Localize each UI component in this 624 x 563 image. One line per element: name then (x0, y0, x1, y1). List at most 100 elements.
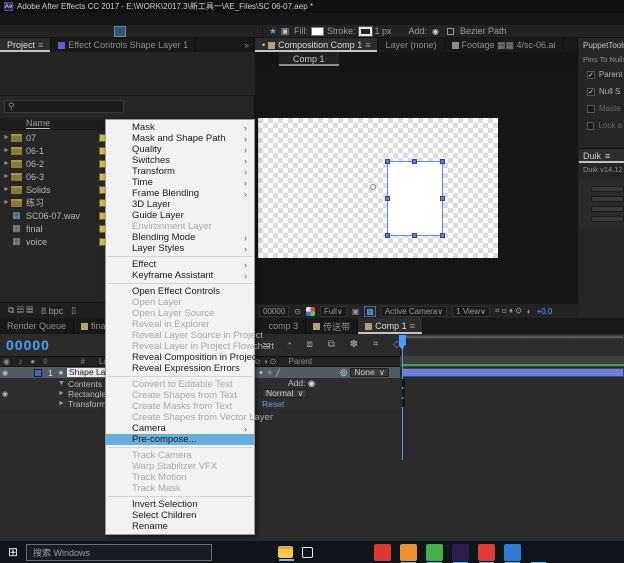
context-menu-item[interactable]: Effect › (106, 259, 254, 270)
context-menu-item[interactable]: Transform › (106, 166, 254, 177)
transform-reset-link[interactable]: Reset (262, 399, 284, 409)
eye-icon[interactable]: ◉ (0, 369, 10, 377)
current-frame-display[interactable]: 00000 (6, 337, 50, 353)
tab-project[interactable]: Project ≡ (0, 38, 52, 52)
context-menu-item[interactable]: Mask and Shape Path › (106, 133, 254, 144)
context-menu-item[interactable]: Create Shapes from Text › (106, 390, 254, 401)
exposure-icon[interactable]: ◐ (527, 307, 532, 316)
trash-icon[interactable]: ▯ (71, 305, 76, 316)
panel-menu-icon[interactable]: ≡ (365, 40, 370, 50)
duik-button[interactable] (591, 206, 624, 212)
eye-icon[interactable]: ◉ (0, 390, 10, 398)
twirl-icon[interactable]: ► (3, 173, 11, 180)
zoom-tool[interactable] (42, 26, 54, 37)
stroke-width-value[interactable]: 1 px (375, 26, 392, 36)
selection-tool[interactable] (6, 26, 18, 37)
notepad-icon[interactable] (530, 544, 547, 563)
duik-button[interactable] (591, 196, 624, 202)
playhead[interactable] (399, 335, 406, 350)
camera-tool[interactable] (78, 26, 90, 37)
stroke-swatch[interactable] (357, 25, 373, 37)
puppet-option-row[interactable]: Maste (579, 100, 624, 117)
context-menu-item[interactable]: Open Effect Controls › (106, 286, 254, 297)
tab-render-queue[interactable]: Render Queue ≡ (0, 318, 75, 334)
context-menu-item[interactable]: Environment Layer › (106, 221, 254, 232)
twirl-icon[interactable]: ► (3, 160, 11, 167)
start-button[interactable]: ⊞ (0, 541, 26, 563)
context-menu-item[interactable]: Mask › (106, 122, 254, 133)
context-menu-item[interactable]: Track Mask › (106, 483, 254, 494)
rectangle-tool[interactable] (114, 25, 126, 37)
layer-label-chip[interactable] (34, 368, 42, 377)
puppet-option-row[interactable]: Lock a (579, 117, 624, 134)
tab-effect-controls[interactable]: Effect Controls Shape Layer 1 ≡ (51, 38, 197, 52)
exposure-value[interactable]: +0.0 (537, 307, 553, 316)
context-menu-item[interactable]: Reveal in Explorer › (106, 319, 254, 330)
tool-creates-mask-icon[interactable]: ★ (267, 26, 279, 37)
bezier-path-checkbox[interactable] (447, 27, 455, 35)
panel-menu-icon[interactable]: ≡ (605, 151, 610, 161)
clone-stamp-tool[interactable] (186, 26, 198, 37)
selection-handle[interactable] (440, 159, 445, 164)
store-icon[interactable] (302, 546, 313, 558)
pan-behind-tool[interactable] (96, 26, 108, 37)
context-menu-item[interactable]: Track Camera › (106, 450, 254, 461)
tim-icon[interactable] (348, 544, 365, 561)
parent-pickwhip-icon[interactable]: ◎ (340, 367, 347, 378)
twirl-right-icon[interactable]: ► (58, 390, 65, 397)
file-explorer-icon[interactable] (278, 546, 294, 561)
flash-icon[interactable] (374, 543, 391, 561)
anchor-point[interactable] (370, 184, 376, 190)
task-view-icon[interactable] (226, 544, 243, 561)
panel-menu-icon[interactable]: ≡ (38, 40, 43, 50)
context-menu-item[interactable]: 3D Layer › (106, 199, 254, 210)
tab-chuansongdai[interactable]: 传送带 ≡ (306, 318, 359, 334)
tab-overflow-icon[interactable]: » (244, 40, 249, 50)
preview-timecode[interactable]: 00000 (259, 305, 290, 317)
selection-handle[interactable] (385, 196, 390, 201)
after-effects-icon[interactable] (452, 543, 469, 563)
time-ruler[interactable] (400, 334, 624, 356)
duik-panel-tab[interactable]: Duik ≡ (579, 148, 624, 163)
timeline-toggle-icons[interactable]: ⚏ ◔ ⧈ ⧉ ✽ ⌗ ◇ (262, 339, 407, 350)
selection-handle[interactable] (412, 159, 417, 164)
composition-viewer[interactable] (255, 66, 578, 303)
puppettools-panel-title[interactable]: PuppetTools3 (579, 38, 624, 53)
taskbar-search-input[interactable]: 搜索 Windows (26, 543, 212, 561)
context-menu-item[interactable]: Reveal Composition in Project › (106, 352, 259, 363)
context-menu-item[interactable]: Reveal Layer Source in Project › (106, 330, 263, 341)
puppet-option-row[interactable]: Parent (579, 66, 624, 83)
twirl-right-icon[interactable]: ► (58, 400, 65, 407)
checkbox[interactable] (587, 70, 595, 79)
context-menu-item[interactable]: Reveal Layer in Project Flowchart › (106, 341, 274, 352)
rotation-tool[interactable] (60, 26, 72, 37)
color-depth-button[interactable]: 8 bpc (41, 306, 63, 316)
view-layout-dropdown[interactable]: 1 View ∨ (452, 305, 490, 317)
project-bottom-icons[interactable]: ⧉ ▤ ▦ (8, 305, 33, 316)
tab-comp-3[interactable]: comp 3 ≡ (262, 318, 307, 334)
context-menu-item[interactable]: Time › (106, 177, 254, 188)
tool-creates-shape-icon[interactable]: ▣ (279, 26, 291, 37)
checkbox[interactable] (587, 87, 595, 96)
wechat-icon[interactable] (426, 543, 443, 563)
context-menu-item[interactable]: Warp Stabilizer VFX › (106, 461, 254, 472)
layer-switches[interactable]: ✦✧╱ (258, 369, 283, 377)
context-menu-item[interactable]: Quality › (106, 144, 254, 155)
duik-button[interactable] (591, 216, 624, 222)
snapshot-icon[interactable]: ⊙ (294, 307, 301, 316)
twirl-down-icon[interactable]: ▼ (58, 380, 65, 387)
add-target-icon[interactable]: ◉ (432, 27, 439, 36)
context-menu-item[interactable]: Switches › (106, 155, 254, 166)
fill-swatch[interactable] (311, 26, 324, 36)
shape-layer-rectangle[interactable] (385, 159, 445, 238)
tab-comp-1[interactable]: Comp 1 ≡ (358, 318, 423, 334)
selection-handle[interactable] (440, 233, 445, 238)
transparency-grid-icon[interactable]: ▩ (364, 305, 376, 317)
selection-handle[interactable] (385, 233, 390, 238)
ie-icon[interactable] (322, 544, 339, 561)
checkbox[interactable] (587, 121, 595, 130)
selection-handle[interactable] (440, 196, 445, 201)
context-menu-item[interactable]: Reveal Expression Errors › (106, 363, 254, 374)
context-menu-item[interactable]: Guide Layer › (106, 210, 254, 221)
context-menu-item[interactable]: Select Children › (106, 510, 254, 521)
